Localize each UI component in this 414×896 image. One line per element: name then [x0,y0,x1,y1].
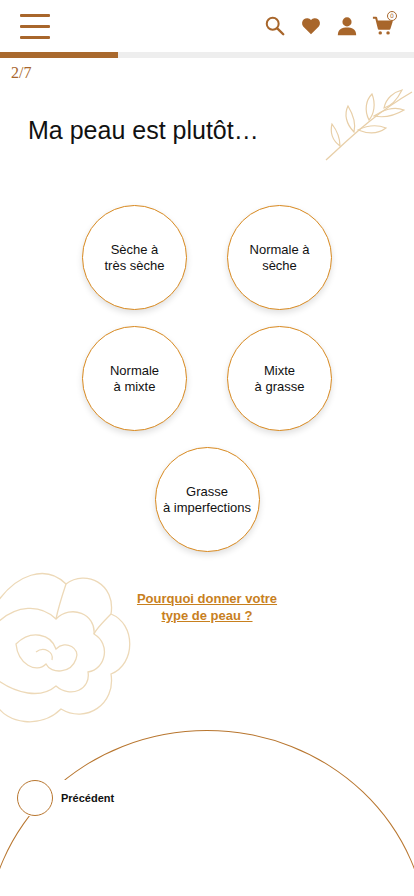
user-icon[interactable] [336,15,358,37]
menu-icon[interactable] [20,14,50,39]
previous-label: Précédent [61,792,114,804]
search-icon[interactable] [264,15,286,37]
progress-fill [0,52,118,58]
previous-circle-icon [17,780,53,816]
flower-decoration-icon [0,564,136,734]
question-title: Ma peau est plutôt… [28,116,414,145]
header-icons: 0 [264,15,394,37]
cart-badge: 0 [387,11,397,21]
skin-type-option[interactable]: Normale à mixte [82,326,187,431]
step-counter: 2/7 [0,58,414,82]
footer: Précédent [0,730,414,896]
progress-bar [0,52,414,58]
header: 0 [0,0,414,52]
cart-button[interactable]: 0 [372,15,394,37]
skin-type-option[interactable]: Mixte à grasse [227,326,332,431]
heart-icon[interactable] [300,15,322,37]
branch-decoration-icon [324,84,414,164]
skin-type-option[interactable]: Sèche à très sèche [82,205,187,310]
page: 0 2/7 Ma peau est plutôt… Sèche à très sèch… [0,0,414,896]
skin-type-options: Sèche à très sèche Normale à sèche Normale… [79,205,335,552]
skin-type-option[interactable]: Grasse à imperfections [155,447,260,552]
previous-button[interactable]: Précédent [17,780,114,816]
help-section: Pourquoi donner votre type de peau ? [0,552,414,730]
why-skin-type-link[interactable]: Pourquoi donner votre type de peau ? [137,590,277,624]
skin-type-option[interactable]: Normale à sèche [227,205,332,310]
